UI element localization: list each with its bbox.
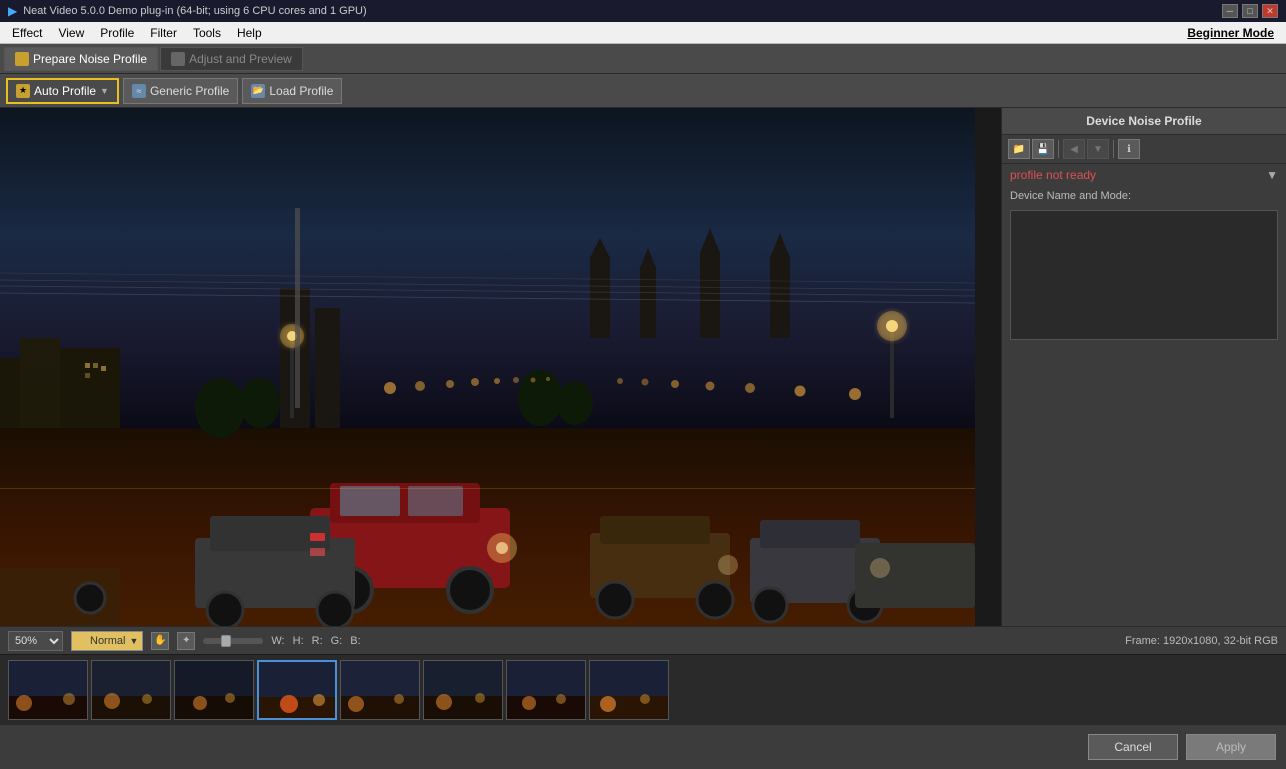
- panel-info-button[interactable]: ℹ: [1118, 139, 1140, 159]
- h-label: H:: [293, 635, 304, 647]
- auto-profile-dropdown-icon: ▼: [100, 86, 109, 96]
- auto-profile-button[interactable]: ★ Auto Profile ▼: [6, 78, 119, 104]
- content-row: Device Noise Profile 📁 💾 ◀ ▼ ℹ profile n…: [0, 108, 1286, 626]
- menu-filter[interactable]: Filter: [142, 24, 185, 42]
- filmstrip: [0, 654, 1286, 724]
- device-name-box: [1010, 210, 1278, 340]
- panel-next-button[interactable]: ▼: [1087, 139, 1109, 159]
- menu-help[interactable]: Help: [229, 24, 270, 42]
- beginner-mode-button[interactable]: Beginner Mode: [1187, 26, 1282, 40]
- panel-toolbar: 📁 💾 ◀ ▼ ℹ: [1002, 135, 1286, 164]
- tab-adjust[interactable]: Adjust and Preview: [160, 47, 303, 71]
- device-name-label: Device Name and Mode:: [1002, 186, 1286, 206]
- menu-view[interactable]: View: [50, 24, 92, 42]
- menu-tools[interactable]: Tools: [185, 24, 229, 42]
- menu-effect[interactable]: Effect: [4, 24, 50, 42]
- brightness-slider[interactable]: [203, 638, 263, 644]
- profile-status: profile not ready ▼: [1002, 164, 1286, 186]
- status-bar: 50% 25% 100% Normal ▼ ✋ ✦ W: H: R: G: B:…: [0, 626, 1286, 654]
- filmstrip-thumb-5[interactable]: [340, 660, 420, 720]
- main-wrapper: Device Noise Profile 📁 💾 ◀ ▼ ℹ profile n…: [0, 108, 1286, 769]
- action-bar: Cancel Apply: [0, 724, 1286, 769]
- tab-prepare[interactable]: Prepare Noise Profile: [4, 47, 158, 71]
- r-label: R:: [312, 635, 323, 647]
- panel-title: Device Noise Profile: [1002, 108, 1286, 135]
- panel-toolbar-separator: [1058, 140, 1059, 158]
- generic-profile-button[interactable]: ≈ Generic Profile: [123, 78, 238, 104]
- prepare-icon: [15, 52, 29, 66]
- filmstrip-thumb-3[interactable]: [174, 660, 254, 720]
- blend-mode-select[interactable]: Normal ▼: [71, 631, 143, 651]
- title-bar: ▶ Neat Video 5.0.0 Demo plug-in (64-bit;…: [0, 0, 1286, 22]
- minimize-button[interactable]: ─: [1222, 4, 1238, 18]
- right-panel: Device Noise Profile 📁 💾 ◀ ▼ ℹ profile n…: [1001, 108, 1286, 626]
- filmstrip-thumb-6[interactable]: [423, 660, 503, 720]
- g-label: G:: [331, 635, 343, 647]
- dropdown-arrow-icon: ▼: [1266, 168, 1278, 182]
- panel-prev-button[interactable]: ◀: [1063, 139, 1085, 159]
- video-area: [0, 108, 1001, 626]
- adjust-icon: [171, 52, 185, 66]
- zoom-select[interactable]: 50% 25% 100%: [8, 631, 63, 651]
- maximize-button[interactable]: □: [1242, 4, 1258, 18]
- w-label: W:: [271, 635, 284, 647]
- video-frame: [0, 108, 975, 626]
- main-toolbar: ★ Auto Profile ▼ ≈ Generic Profile 📂 Loa…: [0, 74, 1286, 108]
- menu-profile[interactable]: Profile: [92, 24, 142, 42]
- panel-save-button[interactable]: 💾: [1032, 139, 1054, 159]
- slider-handle: [221, 635, 231, 647]
- close-button[interactable]: ✕: [1262, 4, 1278, 18]
- generic-profile-icon: ≈: [132, 84, 146, 98]
- frame-info: Frame: 1920x1080, 32-bit RGB: [1125, 635, 1278, 647]
- eyedropper-tool-button[interactable]: ✦: [177, 632, 195, 650]
- load-profile-button[interactable]: 📂 Load Profile: [242, 78, 342, 104]
- filmstrip-thumb-1[interactable]: [8, 660, 88, 720]
- blend-dropdown-icon: ▼: [129, 636, 138, 646]
- title-bar-text: Neat Video 5.0.0 Demo plug-in (64-bit; u…: [23, 5, 366, 17]
- load-profile-icon: 📂: [251, 84, 265, 98]
- b-label: B:: [350, 635, 360, 647]
- window-controls: ─ □ ✕: [1222, 4, 1278, 18]
- hand-tool-button[interactable]: ✋: [151, 632, 169, 650]
- menu-bar: Effect View Profile Filter Tools Help Be…: [0, 22, 1286, 44]
- auto-profile-icon: ★: [16, 84, 30, 98]
- app-icon: ▶: [8, 4, 17, 18]
- profile-not-ready-label: profile not ready: [1010, 168, 1096, 182]
- apply-button[interactable]: Apply: [1186, 734, 1276, 760]
- cancel-button[interactable]: Cancel: [1088, 734, 1178, 760]
- filmstrip-thumb-7[interactable]: [506, 660, 586, 720]
- panel-toolbar-separator-2: [1113, 140, 1114, 158]
- panel-folder-button[interactable]: 📁: [1008, 139, 1030, 159]
- tab-bar: Prepare Noise Profile Adjust and Preview: [0, 44, 1286, 74]
- filmstrip-thumb-4[interactable]: [257, 660, 337, 720]
- filmstrip-thumb-8[interactable]: [589, 660, 669, 720]
- filmstrip-thumb-2[interactable]: [91, 660, 171, 720]
